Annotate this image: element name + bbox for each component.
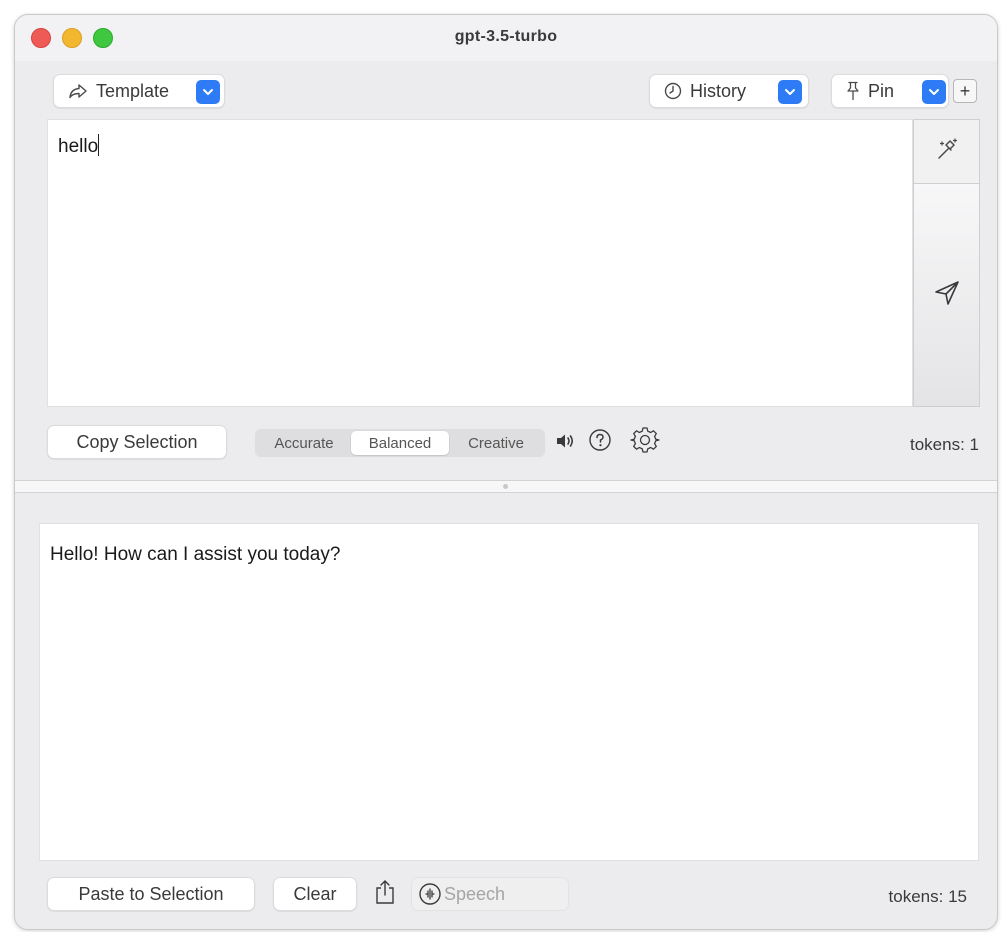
history-dropdown-chevron-icon[interactable]: [778, 80, 802, 104]
speech-label: Speech: [444, 883, 506, 904]
magic-wand-icon: [934, 136, 960, 167]
pin-icon: [846, 81, 860, 101]
input-token-count: tokens: 1: [910, 435, 979, 454]
add-pin-button[interactable]: +: [953, 79, 977, 103]
speaker-icon: [555, 432, 575, 455]
template-button[interactable]: Template: [53, 74, 225, 108]
speaker-button[interactable]: [553, 431, 577, 455]
share-arrow-icon: [68, 83, 88, 99]
share-button[interactable]: [371, 879, 399, 909]
pin-button[interactable]: Pin: [831, 74, 949, 108]
mode-accurate[interactable]: Accurate: [257, 431, 351, 455]
send-button[interactable]: [914, 184, 979, 406]
template-dropdown-chevron-icon[interactable]: [196, 80, 220, 104]
title-bar: gpt-3.5-turbo: [15, 15, 997, 61]
window-title: gpt-3.5-turbo: [454, 28, 558, 45]
clock-icon: [664, 82, 682, 100]
mode-balanced[interactable]: Balanced: [351, 431, 449, 455]
speech-button[interactable]: Speech: [411, 877, 569, 911]
split-view-divider[interactable]: [15, 480, 997, 493]
response-output[interactable]: Hello! How can I assist you today?: [39, 523, 979, 861]
history-label: History: [690, 80, 747, 101]
clear-button[interactable]: Clear: [273, 877, 357, 911]
history-button[interactable]: History: [649, 74, 809, 108]
gear-icon: [630, 425, 660, 460]
template-label: Template: [96, 80, 170, 101]
paper-plane-icon: [933, 279, 961, 312]
mode-creative[interactable]: Creative: [449, 431, 543, 455]
speech-icon: [418, 882, 442, 906]
prompt-action-column: [913, 119, 980, 407]
prompt-input[interactable]: hello: [47, 119, 913, 407]
mode-segmented-control: Accurate Balanced Creative: [255, 429, 545, 457]
output-token-count: tokens: 15: [888, 887, 967, 906]
text-caret: [98, 134, 100, 156]
help-button[interactable]: [587, 428, 613, 457]
pin-dropdown-chevron-icon[interactable]: [922, 80, 946, 104]
question-circle-icon: [588, 428, 612, 457]
response-text: Hello! How can I assist you today?: [50, 544, 341, 565]
copy-selection-button[interactable]: Copy Selection: [47, 425, 227, 459]
magic-wand-button[interactable]: [914, 120, 979, 184]
divider-handle[interactable]: [503, 484, 508, 489]
settings-button[interactable]: [629, 426, 661, 458]
prompt-input-value: hello: [58, 136, 99, 157]
app-window: gpt-3.5-turbo Template History Pin + hel…: [14, 14, 998, 930]
paste-to-selection-button[interactable]: Paste to Selection: [47, 877, 255, 911]
share-icon: [374, 879, 396, 910]
pin-label: Pin: [868, 80, 895, 101]
